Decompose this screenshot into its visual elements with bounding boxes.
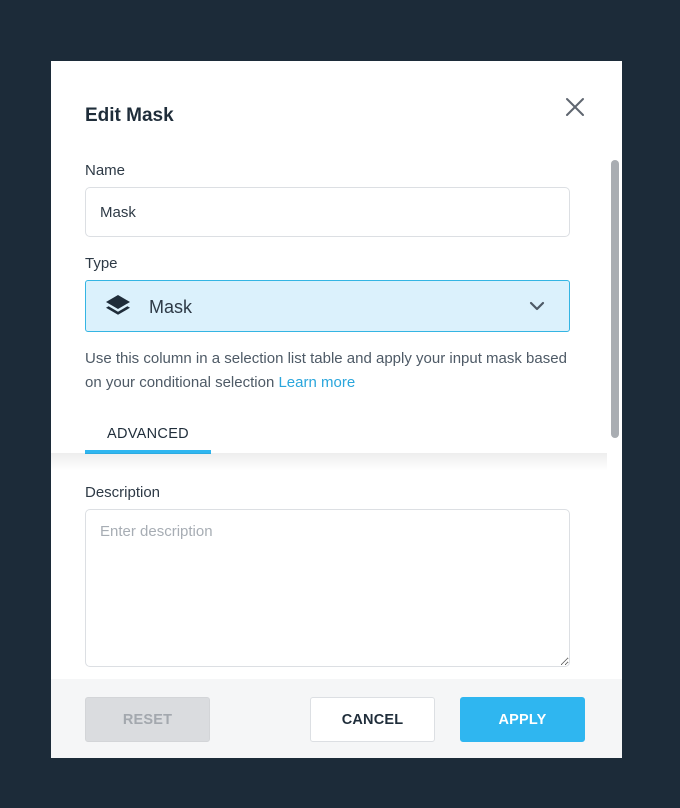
dialog-title: Edit Mask xyxy=(85,105,174,126)
scrollbar-thumb[interactable] xyxy=(611,160,619,438)
type-label: Type xyxy=(85,255,118,272)
dialog-footer: RESET CANCEL APPLY xyxy=(51,679,622,758)
description-label: Description xyxy=(85,484,161,501)
learn-more-link[interactable]: Learn more xyxy=(278,374,355,391)
type-select-value: Mask xyxy=(149,297,193,317)
close-icon xyxy=(566,98,584,116)
layers-icon xyxy=(106,295,130,315)
tab-advanced-label: ADVANCED xyxy=(107,426,189,442)
tab-bar-shadow xyxy=(51,453,607,471)
description-textarea[interactable] xyxy=(85,509,570,667)
name-label: Name xyxy=(85,162,126,179)
name-input[interactable] xyxy=(85,187,570,237)
reset-button[interactable]: RESET xyxy=(85,697,210,742)
type-helper-text: Use this column in a selection list tabl… xyxy=(85,347,585,395)
chevron-down-icon xyxy=(529,301,545,311)
close-button[interactable] xyxy=(564,96,586,118)
tab-advanced[interactable]: ADVANCED xyxy=(85,421,211,454)
type-select[interactable]: Mask xyxy=(85,280,570,332)
apply-button[interactable]: APPLY xyxy=(460,697,585,742)
cancel-button[interactable]: CANCEL xyxy=(310,697,435,742)
edit-mask-dialog: Edit Mask Name Type Mask Use this column… xyxy=(51,61,622,758)
tab-active-indicator xyxy=(85,450,211,454)
